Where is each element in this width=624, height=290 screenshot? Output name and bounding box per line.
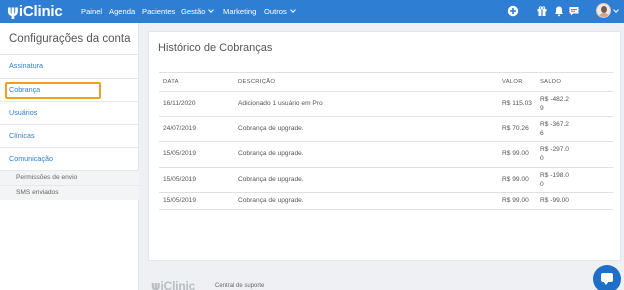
chat-icon[interactable] [568, 5, 580, 17]
sidebar-subitem-label: SMS enviados [16, 189, 59, 196]
sidebar-item-clinicas[interactable]: Clínicas [0, 124, 139, 147]
cell-saldo: R$ -482.29 [540, 96, 569, 112]
cell-data: 15/05/2019 [163, 176, 197, 183]
billing-history-panel: Histórico de Cobranças DATA DESCRIÇÃO VA… [148, 31, 621, 261]
logo-mark: ψ [7, 2, 19, 20]
cell-saldo: R$ -198.00 [540, 172, 569, 188]
avatar-head [601, 6, 607, 13]
cell-data: 15/05/2019 [163, 197, 197, 204]
cell-descricao: Cobrança de upgrade. [238, 150, 304, 157]
sidebar-item-assinatura[interactable]: Assinatura [0, 54, 139, 77]
sidebar-subitem-sms[interactable]: SMS enviados [0, 185, 139, 200]
sidebar-item-comunicacao[interactable]: Comunicação [0, 147, 139, 170]
footer-logo: ψ iClinic [151, 279, 195, 290]
cell-descricao: Cobrança de upgrade. [238, 176, 304, 183]
column-header-data: DATA [163, 79, 179, 85]
avatar-body [599, 13, 609, 17]
nav-outros[interactable]: Outros [264, 0, 296, 23]
sidebar-subitem-label: Permissões de envio [16, 174, 78, 181]
chevron-down-icon[interactable] [613, 7, 619, 13]
chat-bubble-tail [603, 281, 609, 285]
sidebar-item-usuarios[interactable]: Usuários [0, 101, 139, 124]
cell-descricao: Cobrança de upgrade. [238, 125, 304, 132]
sidebar-item-label: Comunicação [9, 154, 53, 163]
footer-logo-text: iClinic [160, 279, 196, 290]
cell-descricao: Cobrança de upgrade. [238, 197, 304, 204]
cell-valor: R$ 99.00 [502, 176, 529, 183]
bell-icon[interactable] [553, 5, 565, 17]
settings-sidebar: Configurações da conta Assinatura Cobran… [0, 23, 139, 290]
sidebar-item-label: Usuários [9, 108, 38, 117]
column-header-descricao: DESCRIÇÃO [238, 79, 276, 85]
column-header-saldo: SALDO [540, 79, 562, 85]
nav-gestao[interactable]: Gestão [181, 0, 215, 23]
billing-table: DATA DESCRIÇÃO VALOR SALDO 16/11/2020 Ad… [159, 72, 613, 210]
top-navbar: ψ iClinic Painel Agenda Pacientes Gestão… [0, 0, 624, 23]
nav-outros-label: Outros [264, 7, 287, 16]
cell-valor: R$ 70.26 [502, 125, 529, 132]
sidebar-subitem-permissoes[interactable]: Permissões de envio [0, 170, 139, 185]
chevron-down-icon [289, 7, 296, 13]
cell-data: 16/11/2020 [163, 100, 196, 107]
cell-saldo: R$ -367.26 [540, 121, 569, 137]
support-center-link[interactable]: Central de suporte [215, 283, 264, 289]
cell-saldo: R$ -297.00 [540, 146, 569, 162]
sidebar-item-label: Assinatura [9, 61, 43, 70]
cell-valor: R$ 99.00 [502, 150, 529, 157]
avatar[interactable] [596, 3, 611, 18]
table-row: 24/07/2019 Cobrança de upgrade. R$ 70.26… [159, 117, 613, 142]
active-item-highlight [5, 82, 101, 99]
chat-launcher-button[interactable] [593, 265, 621, 290]
sidebar-item-label: Clínicas [9, 131, 35, 140]
gift-icon[interactable] [536, 5, 548, 17]
sidebar-title: Configurações da conta [9, 33, 131, 45]
cell-descricao: Adicionado 1 usuário em Pro [238, 100, 323, 107]
nav-gestao-label: Gestão [181, 7, 206, 16]
logo-text: iClinic [18, 3, 63, 20]
table-row: 15/05/2019 Cobrança de upgrade. R$ 99.00… [159, 168, 613, 193]
nav-pacientes[interactable]: Pacientes [142, 0, 175, 23]
table-row: 15/05/2019 Cobrança de upgrade. R$ 99.00… [159, 193, 613, 210]
table-row: 15/05/2019 Cobrança de upgrade. R$ 99.00… [159, 142, 613, 168]
app-logo[interactable]: ψ iClinic [7, 2, 63, 21]
cell-valor: R$ 115.03 [502, 100, 532, 107]
add-circle-icon[interactable] [507, 5, 519, 17]
nav-marketing[interactable]: Marketing [223, 0, 256, 23]
cell-valor: R$ 99.00 [502, 197, 529, 204]
table-row: 16/11/2020 Adicionado 1 usuário em Pro R… [159, 92, 613, 117]
footer-logo-mark: ψ [151, 279, 161, 290]
cell-data: 24/07/2019 [163, 125, 197, 132]
cell-data: 15/05/2019 [163, 150, 197, 157]
page-title: Histórico de Cobranças [158, 42, 273, 54]
table-header: DATA DESCRIÇÃO VALOR SALDO [159, 73, 613, 92]
nav-painel[interactable]: Painel [81, 0, 102, 23]
cell-saldo: R$ -99.00 [540, 197, 569, 204]
chevron-down-icon [208, 7, 215, 13]
column-header-valor: VALOR [502, 79, 523, 85]
nav-agenda[interactable]: Agenda [109, 0, 135, 23]
